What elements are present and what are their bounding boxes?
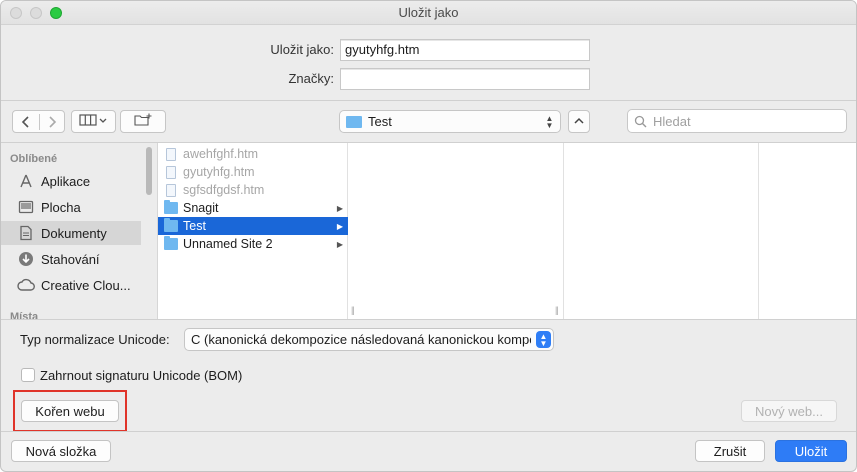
updown-arrows-icon: ▲ ▼ bbox=[536, 331, 551, 348]
divider bbox=[1, 431, 856, 432]
tags-label: Značky: bbox=[288, 71, 334, 86]
chevron-left-icon[interactable] bbox=[19, 114, 33, 133]
location-popup[interactable]: Test ▲ ▼ bbox=[339, 110, 561, 133]
sidebar-item-label: Dokumenty bbox=[41, 225, 107, 241]
minimize-window-button[interactable] bbox=[30, 7, 42, 19]
creative-cloud-icon bbox=[16, 278, 36, 292]
unicode-normalization-value: C (kanonická dekompozice následovaná kan… bbox=[191, 332, 531, 347]
sidebar-item-label: Stahování bbox=[41, 251, 100, 267]
tags-field[interactable] bbox=[340, 68, 590, 90]
folder-icon bbox=[346, 115, 362, 128]
search-field[interactable]: Hledat bbox=[627, 109, 847, 133]
divider bbox=[1, 100, 856, 101]
new-web-button[interactable]: Nový web... bbox=[741, 400, 837, 422]
unicode-normalization-popup[interactable]: C (kanonická dekompozice následovaná kan… bbox=[184, 328, 554, 351]
save-as-label: Uložit jako: bbox=[270, 42, 334, 57]
list-item[interactable]: Test ▶ bbox=[158, 217, 348, 235]
chevron-right-icon[interactable] bbox=[45, 114, 59, 133]
browser-column-4 bbox=[772, 143, 856, 319]
new-folder-button[interactable]: Nová složka bbox=[11, 440, 111, 462]
columns-view-icon bbox=[78, 113, 109, 130]
desktop-icon bbox=[16, 200, 36, 214]
sidebar-scrollbar[interactable] bbox=[146, 147, 152, 195]
save-button[interactable]: Uložit bbox=[775, 440, 847, 462]
sidebar-item-label: Plocha bbox=[41, 199, 81, 215]
folder-icon bbox=[164, 200, 178, 214]
segment-separator bbox=[39, 114, 40, 130]
applications-icon bbox=[16, 173, 36, 189]
browser-column-1: awehfghf.htm gyutyhfg.htm sgfsdfgdsf.htm… bbox=[158, 143, 355, 319]
view-mode-button[interactable] bbox=[71, 110, 116, 133]
file-name: sgfsdfgdsf.htm bbox=[183, 183, 265, 197]
sidebar-item-label: Creative Clou... bbox=[41, 277, 131, 293]
column-resize-handle[interactable]: || bbox=[555, 305, 559, 315]
expand-collapse-button[interactable] bbox=[568, 110, 590, 133]
download-icon bbox=[16, 251, 36, 267]
folder-name: Unnamed Site 2 bbox=[183, 237, 273, 251]
document-icon bbox=[166, 183, 176, 197]
search-icon bbox=[634, 115, 647, 128]
search-placeholder: Hledat bbox=[653, 113, 691, 129]
chevron-up-icon bbox=[573, 114, 585, 129]
location-label: Test bbox=[368, 114, 392, 129]
disclosure-arrow-icon: ▶ bbox=[336, 221, 343, 231]
folder-name: Test bbox=[183, 219, 206, 233]
list-item[interactable]: Unnamed Site 2 ▶ bbox=[158, 235, 348, 253]
cancel-button[interactable]: Zrušit bbox=[695, 440, 765, 462]
folder-name: Snagit bbox=[183, 201, 219, 215]
document-icon bbox=[166, 147, 176, 161]
sidebar: Oblíbené Aplikace Plocha Dokumenty Staho… bbox=[1, 143, 157, 319]
list-item[interactable]: gyutyhfg.htm bbox=[158, 163, 348, 181]
browser-column-2: || bbox=[362, 143, 564, 319]
sidebar-item-downloads[interactable]: Stahování bbox=[1, 247, 141, 271]
list-item[interactable]: Snagit ▶ bbox=[158, 199, 348, 217]
bom-checkbox[interactable] bbox=[21, 368, 35, 382]
close-window-button[interactable] bbox=[10, 7, 22, 19]
list-item[interactable]: awehfghf.htm bbox=[158, 145, 348, 163]
sidebar-item-desktop[interactable]: Plocha bbox=[1, 195, 141, 219]
file-name: gyutyhfg.htm bbox=[183, 165, 255, 179]
documents-icon bbox=[16, 225, 36, 241]
folder-icon bbox=[164, 236, 178, 250]
column-resize-handle[interactable]: || bbox=[351, 305, 355, 315]
disclosure-arrow-icon: ▶ bbox=[336, 203, 343, 213]
folder-icon bbox=[164, 218, 178, 232]
window-title: Uložit jako bbox=[398, 5, 459, 20]
folder-plus-icon bbox=[134, 113, 152, 130]
divider bbox=[1, 319, 856, 320]
sidebar-item-applications[interactable]: Aplikace bbox=[1, 169, 141, 193]
zoom-window-button[interactable] bbox=[50, 7, 62, 19]
unicode-normalization-label: Typ normalizace Unicode: bbox=[20, 332, 170, 347]
save-as-dialog: Uložit jako Uložit jako: gyutyhfg.htm Zn… bbox=[0, 0, 857, 472]
titlebar: Uložit jako bbox=[1, 1, 856, 25]
disclosure-arrow-icon: ▶ bbox=[336, 239, 343, 249]
sidebar-item-creative-cloud[interactable]: Creative Clou... bbox=[1, 273, 141, 297]
sidebar-item-label: Aplikace bbox=[41, 173, 91, 189]
column-browser: awehfghf.htm gyutyhfg.htm sgfsdfgdsf.htm… bbox=[157, 143, 856, 319]
back-forward-control bbox=[12, 110, 65, 133]
bom-label: Zahrnout signaturu Unicode (BOM) bbox=[40, 368, 243, 383]
sidebar-item-documents[interactable]: Dokumenty bbox=[1, 221, 141, 245]
site-root-button[interactable]: Kořen webu bbox=[21, 400, 119, 422]
list-item[interactable]: sgfsdfgdsf.htm bbox=[158, 181, 348, 199]
updown-arrows-icon: ▲ ▼ bbox=[545, 113, 554, 130]
new-folder-toolbar-button[interactable] bbox=[120, 110, 166, 133]
document-icon bbox=[166, 165, 176, 179]
file-name: awehfghf.htm bbox=[183, 147, 259, 161]
save-as-field[interactable]: gyutyhfg.htm bbox=[340, 39, 590, 61]
sidebar-section-favorites: Oblíbené bbox=[10, 153, 58, 165]
browser-column-3: || bbox=[567, 143, 778, 319]
sidebar-section-places: Místa bbox=[10, 311, 39, 319]
